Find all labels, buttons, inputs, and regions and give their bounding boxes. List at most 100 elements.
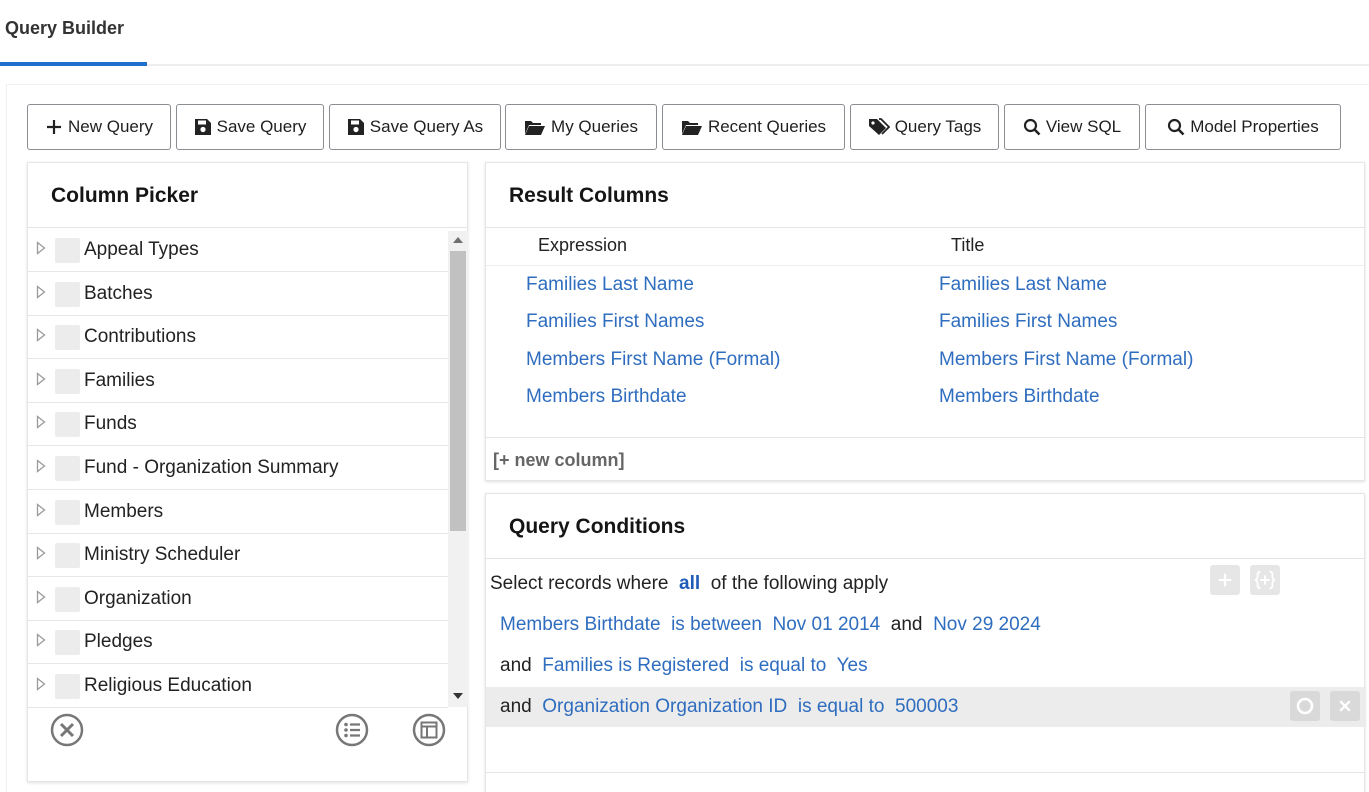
- result-column-title-link[interactable]: Families First Names: [939, 311, 1117, 333]
- caret-right-icon[interactable]: [36, 546, 46, 561]
- caret-right-icon[interactable]: [36, 241, 46, 255]
- condition-field-link[interactable]: Families is Registered: [542, 655, 729, 676]
- save-query-button[interactable]: Save Query: [176, 104, 324, 150]
- caret-right-icon[interactable]: [36, 502, 46, 517]
- tree-item-checkbox[interactable]: [55, 238, 80, 263]
- tab-query-builder[interactable]: Query Builder: [0, 0, 147, 66]
- save-query-as-label: Save Query As: [369, 117, 484, 136]
- caret-right-icon[interactable]: [36, 633, 46, 648]
- caret-right-icon[interactable]: [36, 589, 46, 604]
- tree-item-checkbox[interactable]: [55, 674, 80, 699]
- result-column-expression-link[interactable]: Families First Names: [526, 311, 704, 333]
- condition-field-link[interactable]: Organization Organization ID: [542, 696, 787, 717]
- scrollbar-thumb[interactable]: [450, 251, 466, 531]
- query-conditions-title: Query Conditions: [509, 515, 686, 538]
- my-queries-label: My Queries: [551, 117, 638, 136]
- tree-item[interactable]: Batches: [28, 272, 448, 316]
- tree-item[interactable]: Funds: [28, 402, 448, 447]
- new-column-link[interactable]: [+ new column]: [493, 450, 625, 471]
- save-query-as-button[interactable]: Save Query As: [329, 104, 501, 150]
- condition-operator-link[interactable]: is between: [671, 614, 762, 635]
- query-tags-button[interactable]: Query Tags: [850, 104, 999, 150]
- layout-panel-icon[interactable]: [412, 713, 446, 747]
- tree-item-label: Organization: [84, 587, 192, 609]
- query-tags-label: Query Tags: [894, 117, 982, 136]
- caret-right-icon[interactable]: [36, 415, 46, 430]
- intro-suffix: of the following apply: [710, 573, 889, 594]
- caret-right-icon[interactable]: [36, 328, 46, 343]
- view-sql-label: View SQL: [1045, 117, 1122, 136]
- tree-item-label: Contributions: [84, 326, 196, 348]
- add-group-button[interactable]: [1250, 565, 1280, 595]
- tree-item[interactable]: Fund - Organization Summary: [28, 446, 448, 490]
- scroll-up-arrow-icon[interactable]: [453, 237, 463, 243]
- tree-item-checkbox[interactable]: [55, 281, 80, 307]
- condition-field-link[interactable]: Members Birthdate: [500, 614, 661, 635]
- match-mode-link[interactable]: all: [679, 573, 700, 594]
- tree-item[interactable]: Appeal Types: [28, 228, 448, 272]
- view-sql-button[interactable]: View SQL: [1004, 104, 1140, 150]
- query-conditions-bottom-divider: [486, 772, 1364, 773]
- tree-item-label: Religious Education: [84, 675, 252, 696]
- folder-open-icon: [525, 121, 546, 135]
- caret-right-icon[interactable]: [36, 371, 46, 386]
- search-icon: [1168, 118, 1185, 136]
- clear-circle-x-icon[interactable]: [50, 713, 84, 747]
- column-picker-panel: Column Picker Appeal Types Batches Contrib…: [27, 162, 468, 782]
- my-queries-button[interactable]: My Queries: [505, 104, 657, 150]
- tree-item[interactable]: Families: [28, 359, 448, 403]
- condition-value-link[interactable]: Nov 01 2014: [772, 614, 880, 635]
- condition-value2-link[interactable]: Nov 29 2024: [933, 614, 1041, 635]
- new-query-button[interactable]: New Query: [27, 104, 171, 150]
- result-column-expression-link[interactable]: Members First Name (Formal): [526, 349, 780, 371]
- condition-joiner: and: [890, 614, 923, 635]
- result-columns-header-divider: [486, 265, 1364, 266]
- caret-right-icon[interactable]: [36, 459, 46, 473]
- tree-item[interactable]: Organization: [28, 577, 448, 621]
- column-picker-scrollbar[interactable]: [448, 231, 468, 707]
- result-columns-divider: [486, 227, 1364, 228]
- tree-item-checkbox[interactable]: [55, 543, 80, 569]
- expression-column-header: Expression: [538, 235, 628, 255]
- result-column-title-link[interactable]: Members Birthdate: [939, 386, 1100, 408]
- scroll-down-arrow-icon[interactable]: [453, 693, 463, 699]
- result-column-title-link[interactable]: Members First Name (Formal): [939, 349, 1193, 371]
- search-icon: [1023, 118, 1041, 136]
- result-column-expression-link[interactable]: Members Birthdate: [526, 386, 687, 408]
- tree-item-label: Batches: [84, 282, 153, 304]
- tree-item-checkbox[interactable]: [55, 412, 80, 438]
- tree-item-checkbox[interactable]: [55, 368, 80, 394]
- condition-operator-link[interactable]: is equal to: [740, 655, 827, 676]
- model-properties-button[interactable]: Model Properties: [1145, 104, 1341, 150]
- condition-operator-link[interactable]: is equal to: [798, 696, 885, 717]
- tree-item[interactable]: Contributions: [28, 315, 448, 360]
- brace-plus-icon: [1254, 570, 1276, 590]
- tree-item-checkbox[interactable]: [55, 499, 80, 525]
- tree-item[interactable]: Ministry Scheduler: [28, 533, 448, 578]
- floppy-disk-icon: [194, 119, 211, 135]
- tree-item-checkbox[interactable]: [55, 456, 80, 481]
- caret-right-icon[interactable]: [36, 677, 46, 691]
- tree-item[interactable]: Pledges: [28, 620, 448, 665]
- delete-condition-button[interactable]: [1330, 691, 1360, 721]
- list-view-icon[interactable]: [335, 713, 369, 747]
- tree-item[interactable]: Members: [28, 490, 448, 534]
- condition-connector: and: [500, 655, 532, 676]
- add-condition-button[interactable]: [1210, 565, 1240, 595]
- recent-queries-label: Recent Queries: [707, 117, 827, 136]
- condition-value-link[interactable]: 500003: [895, 696, 958, 717]
- tree-item-checkbox[interactable]: [55, 630, 80, 656]
- condition-value-link[interactable]: Yes: [837, 655, 868, 676]
- tree-item-label: Fund - Organization Summary: [84, 457, 339, 478]
- result-column-title-link[interactable]: Families Last Name: [939, 274, 1107, 296]
- caret-right-icon[interactable]: [36, 284, 46, 299]
- plus-icon: [46, 120, 61, 134]
- tree-item-checkbox[interactable]: [55, 325, 80, 351]
- floppy-disk-icon: [347, 119, 364, 135]
- tree-item[interactable]: Religious Education: [28, 664, 448, 708]
- tree-item-label: Families: [84, 369, 155, 391]
- recent-queries-button[interactable]: Recent Queries: [662, 104, 845, 150]
- result-column-expression-link[interactable]: Families Last Name: [526, 274, 694, 296]
- toggle-condition-button[interactable]: [1290, 691, 1320, 721]
- tree-item-checkbox[interactable]: [55, 586, 80, 612]
